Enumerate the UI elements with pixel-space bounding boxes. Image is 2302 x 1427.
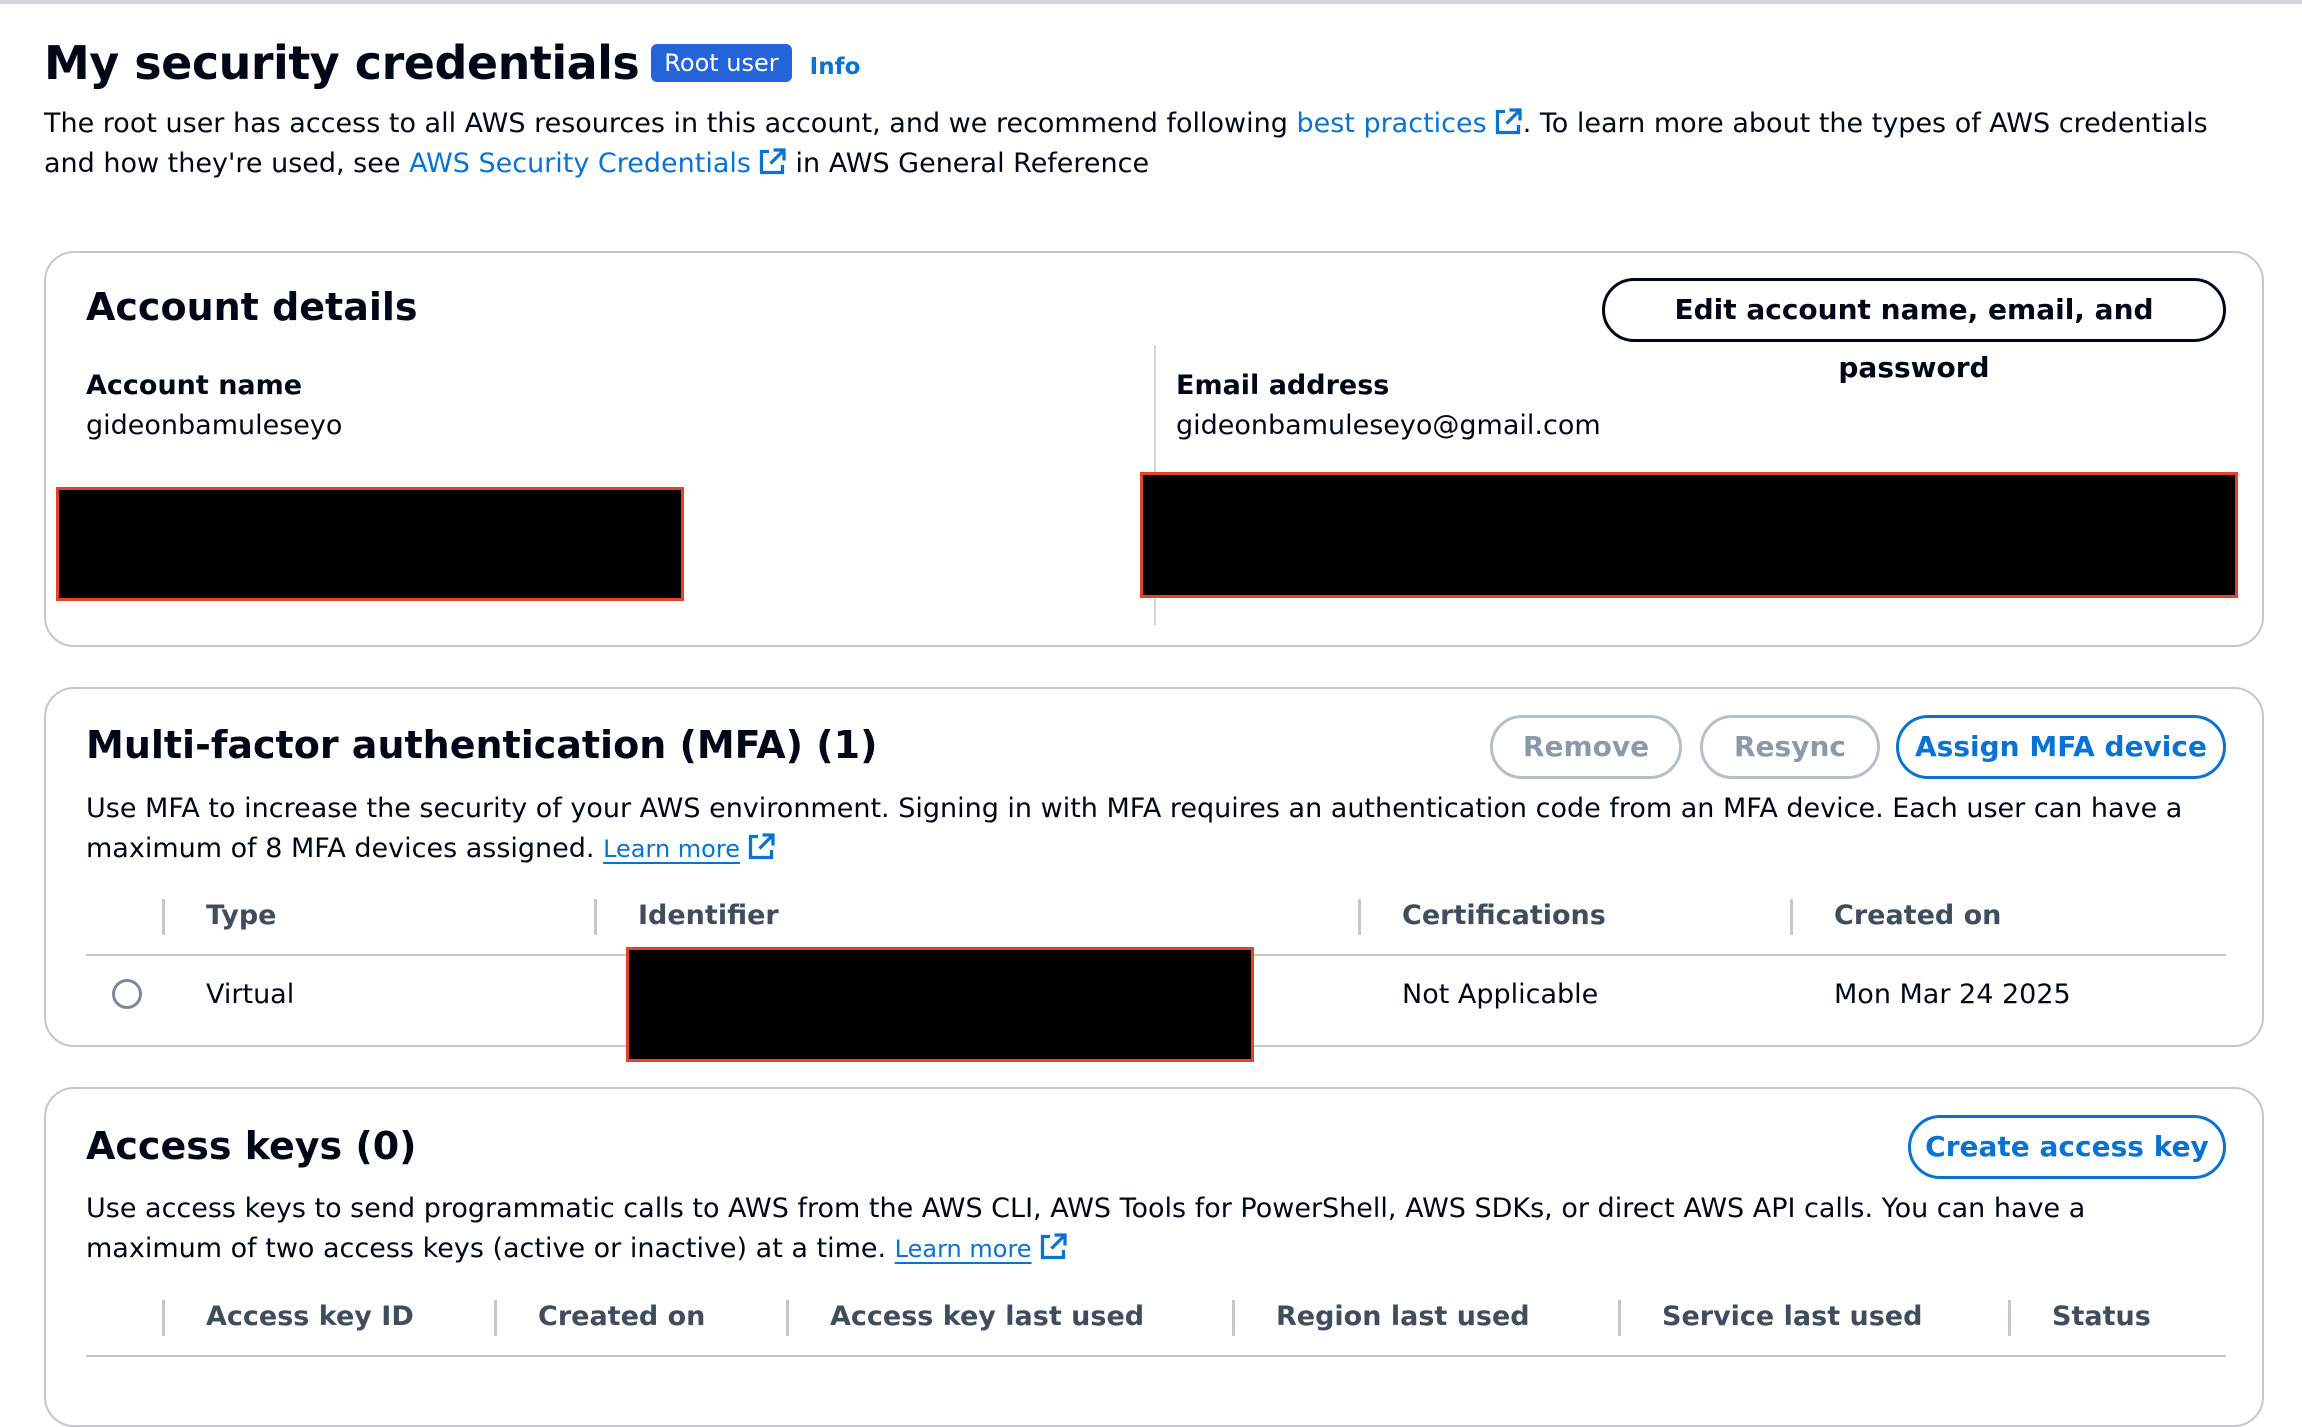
access-keys-title: Access keys (0) xyxy=(86,1124,417,1168)
resync-button[interactable]: Resync xyxy=(1700,715,1880,779)
column-separator xyxy=(162,1300,165,1336)
page-description: The root user has access to all AWS reso… xyxy=(44,104,2244,184)
mfa-created-on-cell: Mon Mar 24 2025 xyxy=(1834,979,2071,1010)
external-link-icon[interactable] xyxy=(1038,1232,1068,1262)
col-header-created-on[interactable]: Created on xyxy=(1834,900,2001,931)
aws-security-credentials-link[interactable]: AWS Security Credentials xyxy=(409,148,751,179)
page-title: My security credentials xyxy=(44,36,640,90)
access-keys-description: Use access keys to send programmatic cal… xyxy=(86,1189,2226,1269)
mfa-type-cell: Virtual xyxy=(206,979,295,1010)
mfa-learn-more-link[interactable]: Learn more xyxy=(603,835,740,863)
external-link-icon[interactable] xyxy=(746,832,776,862)
page-header: My security credentials Root user Info T… xyxy=(44,30,2264,184)
account-details-card: Account details Edit account name, email… xyxy=(44,251,2264,647)
col-header-certifications[interactable]: Certifications xyxy=(1402,900,1606,931)
mfa-description: Use MFA to increase the security of your… xyxy=(86,789,2226,869)
row-select-radio[interactable] xyxy=(112,979,142,1009)
column-separator xyxy=(1232,1300,1235,1336)
column-separator xyxy=(494,1300,497,1336)
external-link-icon[interactable] xyxy=(1493,107,1523,137)
column-separator xyxy=(162,899,165,935)
column-separator xyxy=(2008,1300,2011,1336)
access-keys-card: Access keys (0) Create access key Use ac… xyxy=(44,1087,2264,1427)
remove-button[interactable]: Remove xyxy=(1490,715,1682,779)
col-header-region-last-used[interactable]: Region last used xyxy=(1276,1301,1530,1332)
column-separator xyxy=(594,899,597,935)
column-separator xyxy=(1618,1300,1621,1336)
desc-text-3: in AWS General Reference xyxy=(786,148,1150,179)
col-header-access-key-id[interactable]: Access key ID xyxy=(206,1301,414,1332)
assign-mfa-device-button[interactable]: Assign MFA device xyxy=(1896,715,2226,779)
account-name-label: Account name xyxy=(86,370,303,401)
col-header-identifier[interactable]: Identifier xyxy=(638,900,779,931)
mfa-desc-text: Use MFA to increase the security of your… xyxy=(86,793,2183,864)
root-user-badge: Root user xyxy=(651,44,792,82)
email-address-label: Email address xyxy=(1176,370,1390,401)
col-header-created-on[interactable]: Created on xyxy=(538,1301,705,1332)
access-keys-learn-more-link[interactable]: Learn more xyxy=(895,1235,1032,1263)
column-separator xyxy=(1358,899,1361,935)
account-details-title: Account details xyxy=(86,285,418,329)
mfa-certifications-cell: Not Applicable xyxy=(1402,979,1599,1010)
top-border xyxy=(0,0,2302,4)
info-link[interactable]: Info xyxy=(810,54,861,80)
mfa-title: Multi-factor authentication (MFA) (1) xyxy=(86,723,878,767)
redacted-block xyxy=(56,487,684,601)
column-separator xyxy=(1790,899,1793,935)
col-header-last-used[interactable]: Access key last used xyxy=(830,1301,1144,1332)
col-header-service-last-used[interactable]: Service last used xyxy=(1662,1301,1922,1332)
best-practices-link[interactable]: best practices xyxy=(1296,108,1486,139)
table-header-divider xyxy=(86,1355,2226,1357)
access-keys-desc-text: Use access keys to send programmatic cal… xyxy=(86,1193,2086,1264)
column-separator xyxy=(786,1300,789,1336)
email-address-value: gideonbamuleseyo@gmail.com xyxy=(1176,410,1601,441)
redacted-identifier xyxy=(626,947,1254,1062)
col-header-type[interactable]: Type xyxy=(206,900,276,931)
title-row: My security credentials Root user Info xyxy=(44,30,2264,96)
account-name-value: gideonbamuleseyo xyxy=(86,410,343,441)
col-header-status[interactable]: Status xyxy=(2052,1301,2151,1332)
edit-account-button[interactable]: Edit account name, email, and password xyxy=(1602,278,2226,384)
redacted-block xyxy=(1140,472,2238,598)
create-access-key-button[interactable]: Create access key xyxy=(1908,1115,2226,1179)
desc-text-1: The root user has access to all AWS reso… xyxy=(44,108,1297,139)
external-link-icon[interactable] xyxy=(757,147,787,177)
